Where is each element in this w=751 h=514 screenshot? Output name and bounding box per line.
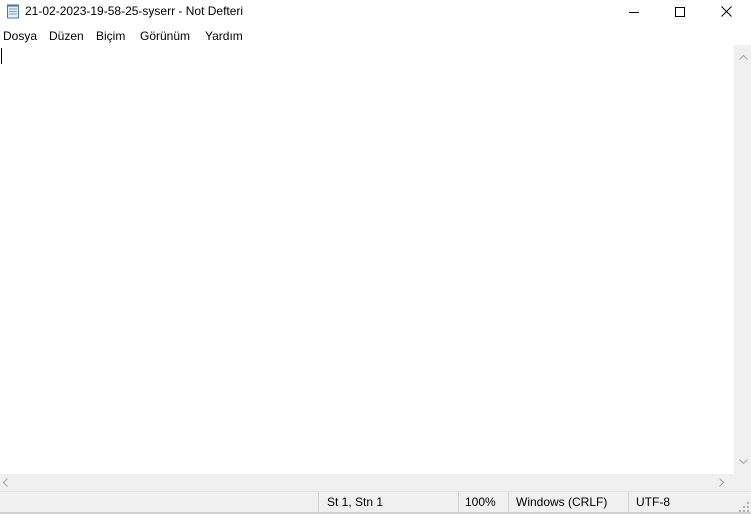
maximize-button[interactable] xyxy=(657,0,703,23)
window-title: 21-02-2023-19-58-25-syserr - Not Defteri xyxy=(25,4,244,18)
status-cursor-position: St 1, Stn 1 xyxy=(318,492,458,514)
scroll-up-icon[interactable] xyxy=(739,55,748,60)
notepad-icon xyxy=(7,4,19,19)
text-caret xyxy=(1,48,2,64)
close-button[interactable] xyxy=(703,0,749,23)
maximize-icon xyxy=(675,6,685,17)
close-icon xyxy=(720,6,732,17)
vertical-scrollbar[interactable] xyxy=(734,45,751,474)
scroll-left-icon[interactable] xyxy=(3,478,8,487)
horizontal-scrollbar[interactable] xyxy=(0,474,734,491)
menu-help[interactable]: Yardım xyxy=(205,29,243,43)
title-bar[interactable]: 21-02-2023-19-58-25-syserr - Not Defteri xyxy=(0,0,751,23)
minimize-icon xyxy=(629,11,639,13)
text-editor[interactable] xyxy=(0,45,734,474)
scroll-right-icon[interactable] xyxy=(719,478,724,487)
menu-edit[interactable]: Düzen xyxy=(49,29,84,43)
menu-bar: Dosya Düzen Biçim Görünüm Yardım xyxy=(0,26,751,45)
menu-format[interactable]: Biçim xyxy=(96,29,125,43)
scrollbar-corner xyxy=(734,474,751,491)
minimize-button[interactable] xyxy=(611,0,657,23)
menu-file[interactable]: Dosya xyxy=(3,29,37,43)
resize-grip-icon[interactable] xyxy=(739,502,749,512)
menu-view[interactable]: Görünüm xyxy=(140,29,190,43)
status-zoom: 100% xyxy=(458,492,508,514)
status-line-endings: Windows (CRLF) xyxy=(508,492,628,514)
notepad-window: 21-02-2023-19-58-25-syserr - Not Defteri… xyxy=(0,0,751,514)
status-bar: St 1, Stn 1 100% Windows (CRLF) UTF-8 xyxy=(0,491,751,514)
status-encoding: UTF-8 xyxy=(628,492,751,514)
scroll-down-icon[interactable] xyxy=(739,459,748,464)
